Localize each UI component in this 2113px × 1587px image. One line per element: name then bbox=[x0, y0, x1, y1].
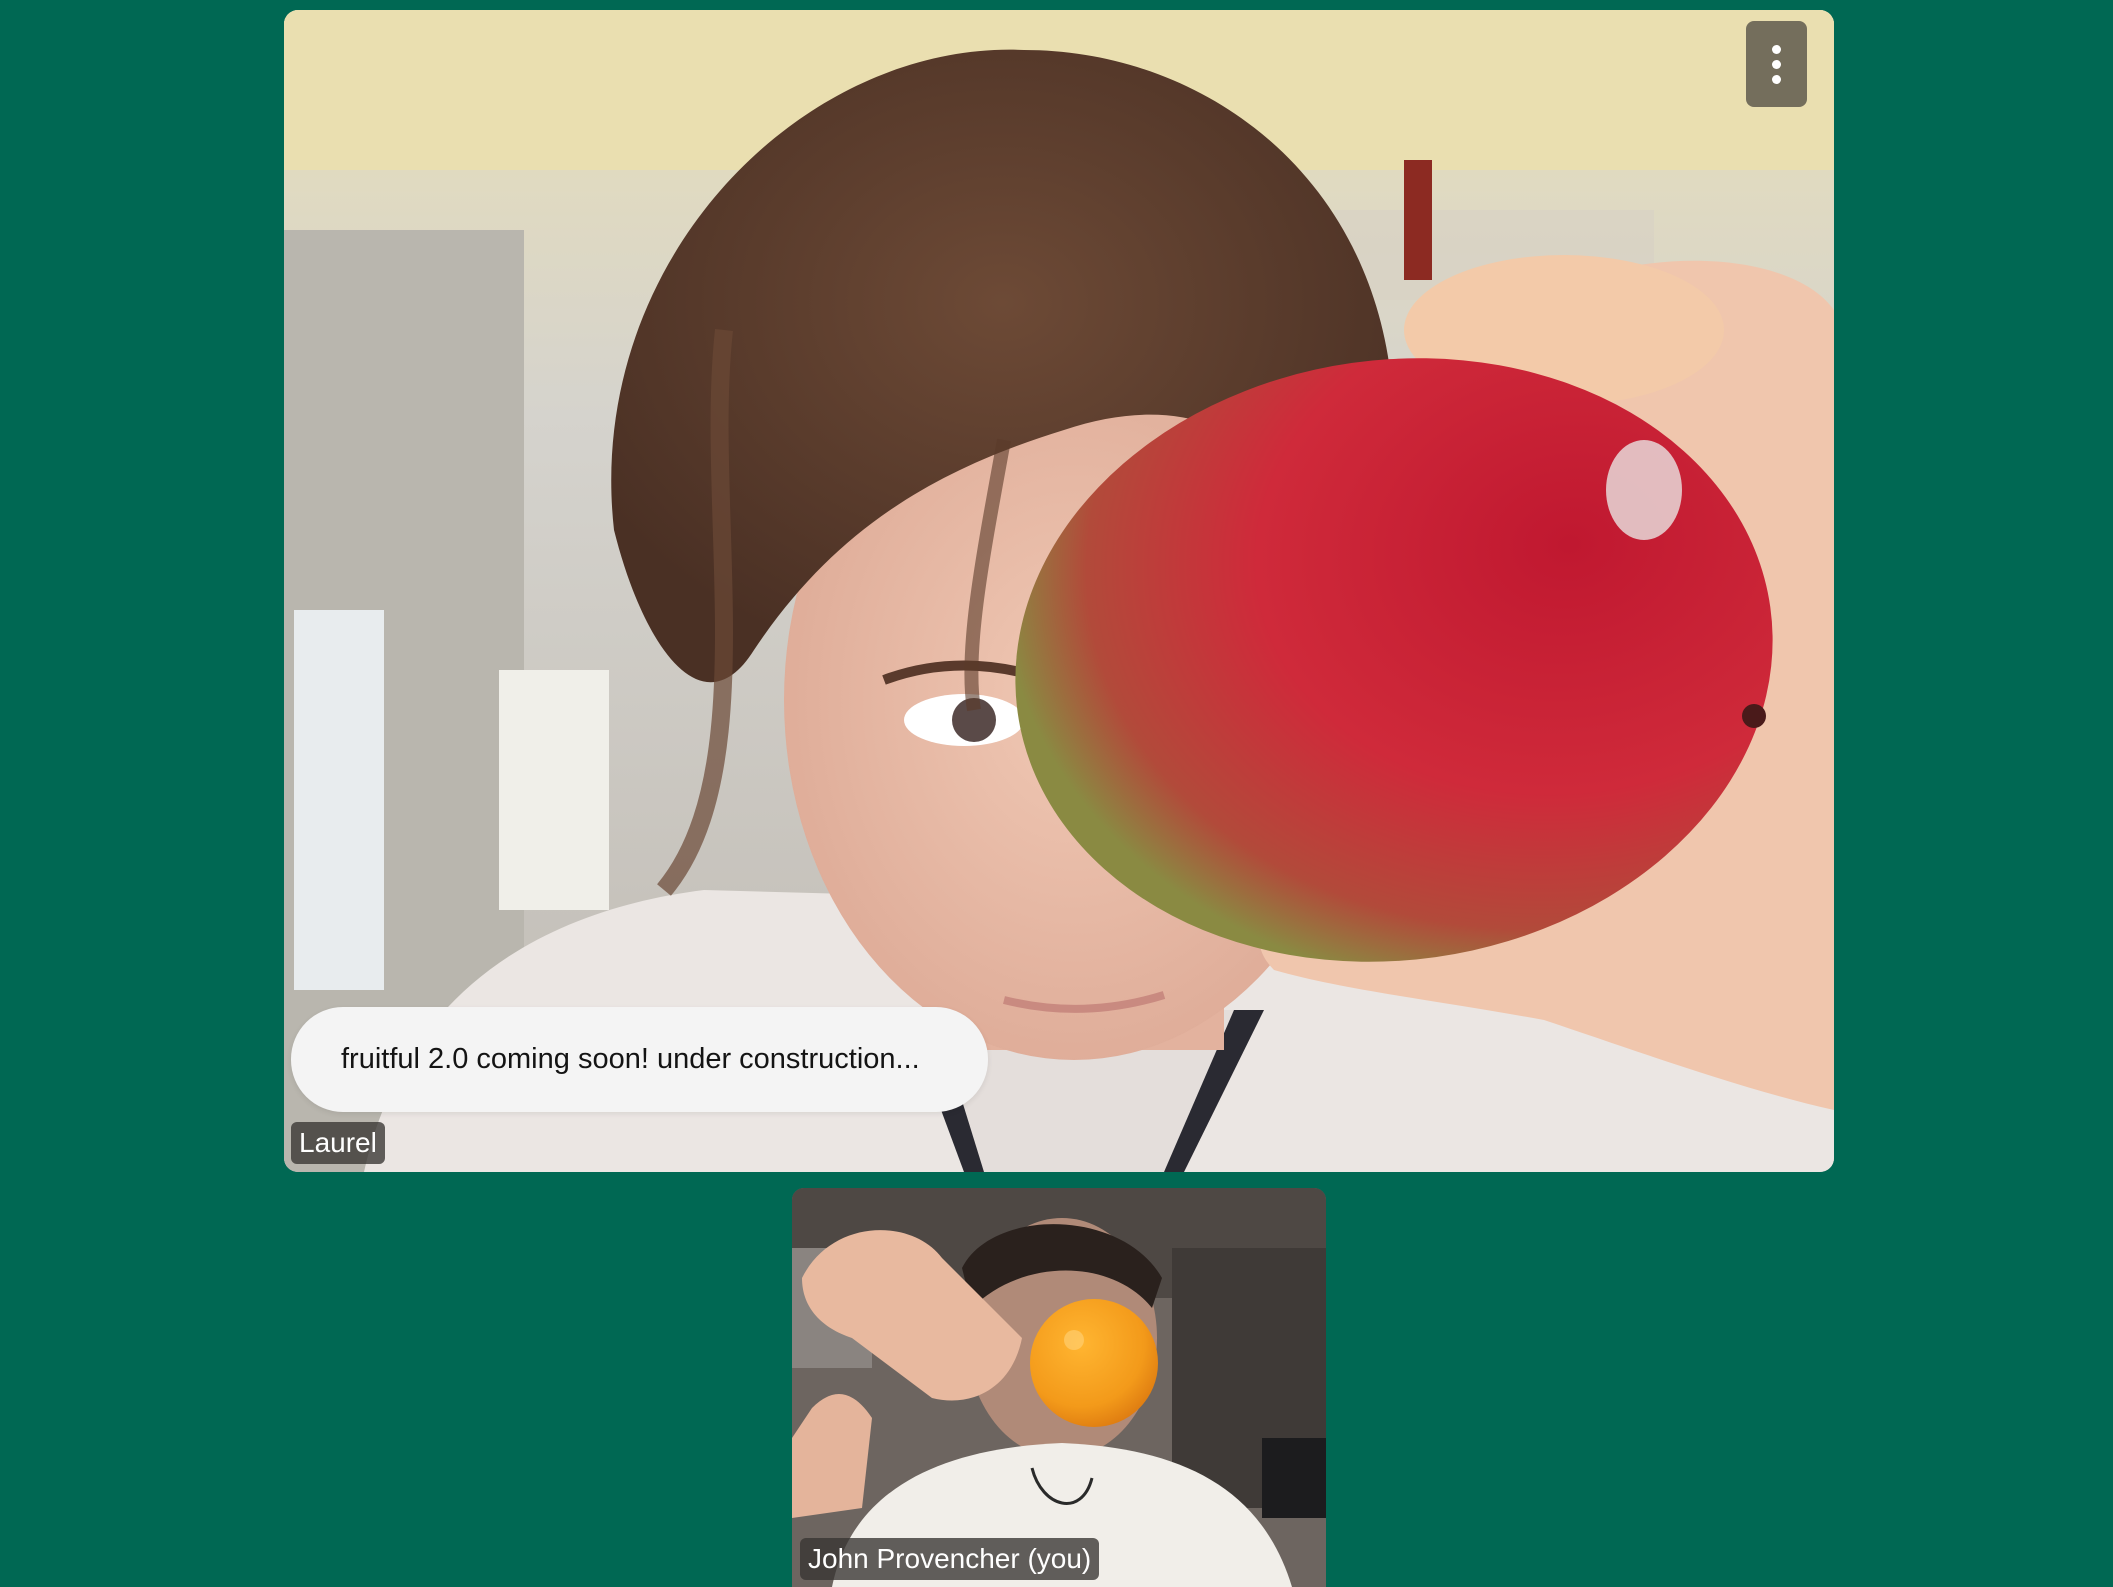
self-video-feed bbox=[792, 1188, 1326, 1587]
remote-video-feed bbox=[284, 10, 1834, 1172]
remote-video-tile[interactable]: fruitful 2.0 coming soon! under construc… bbox=[284, 10, 1834, 1172]
self-video-tile[interactable]: John Provencher (you) bbox=[792, 1188, 1326, 1587]
more-options-button[interactable] bbox=[1746, 21, 1807, 107]
call-stage: fruitful 2.0 coming soon! under construc… bbox=[0, 0, 2113, 1587]
status-message-bubble: fruitful 2.0 coming soon! under construc… bbox=[291, 1007, 988, 1112]
more-vertical-icon bbox=[1772, 74, 1781, 84]
self-name-tag: John Provencher (you) bbox=[800, 1538, 1100, 1580]
participant-name-tag: Laurel bbox=[291, 1122, 385, 1164]
more-vertical-icon bbox=[1772, 44, 1781, 54]
more-vertical-icon bbox=[1772, 59, 1781, 69]
